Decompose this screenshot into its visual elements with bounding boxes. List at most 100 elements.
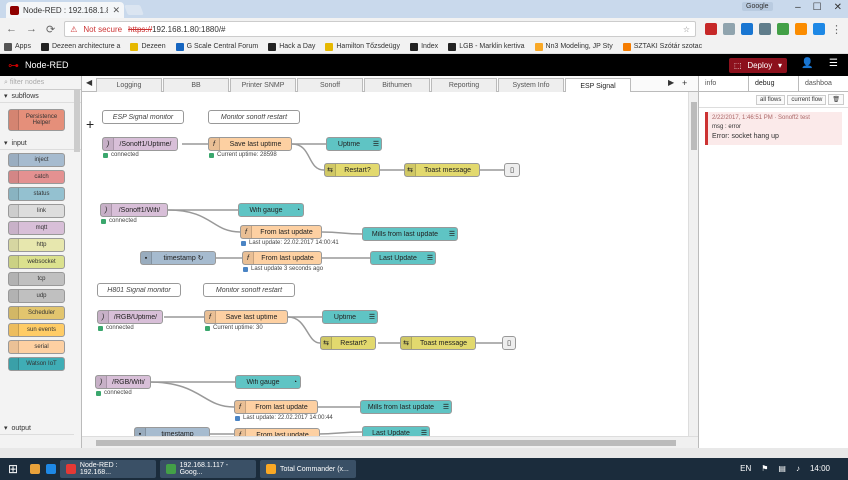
- explorer-icon[interactable]: [30, 464, 40, 474]
- comment-node[interactable]: Monitor sonoff restart: [203, 283, 295, 297]
- maximize-icon[interactable]: ☐: [813, 2, 822, 13]
- extension-icon[interactable]: [777, 22, 789, 35]
- workspace-vertical-scrollbar[interactable]: [688, 92, 698, 436]
- bookmark-item[interactable]: Hamilton Tőzsdeügy: [325, 42, 400, 51]
- clock[interactable]: 14:00: [810, 464, 830, 473]
- url-bar[interactable]: ⚠ Not secure https://192.168.1.80:1880/#…: [64, 21, 696, 37]
- switch-node[interactable]: ⇆ Restart?: [324, 163, 380, 177]
- dashboard-text-node[interactable]: Mills from last update ☰: [360, 400, 452, 414]
- dashboard-text-node[interactable]: Uptime ☰: [326, 137, 382, 151]
- dashboard-text-node[interactable]: Mills from last update ☰: [362, 227, 458, 241]
- back-icon[interactable]: ←: [6, 23, 17, 35]
- minimize-icon[interactable]: –: [795, 2, 801, 13]
- palette-node-scheduler[interactable]: Scheduler: [8, 306, 65, 320]
- bookmark-item[interactable]: Dezeen architecture a: [40, 42, 120, 51]
- mqtt-in-node[interactable]: )/RGB/Wifi/: [95, 375, 151, 389]
- function-node[interactable]: f From last update: [240, 225, 322, 239]
- filter-current-flow-button[interactable]: current flow: [787, 94, 827, 105]
- profile-badge[interactable]: Google: [742, 2, 773, 11]
- palette-filter[interactable]: ⌕ filter nodes: [0, 76, 81, 90]
- palette-node-http[interactable]: http: [8, 238, 65, 252]
- inject-node[interactable]: ▪ timestamp: [134, 427, 210, 436]
- taskbar-item[interactable]: Total Commander (x...: [260, 460, 356, 478]
- palette-node-persistence-helper[interactable]: Persistence Helper: [8, 109, 65, 131]
- palette-node-sun-events[interactable]: sun events: [8, 323, 65, 337]
- bookmark-item[interactable]: G Scale Central Forum: [175, 42, 258, 51]
- ui-output-node[interactable]: ▯: [502, 336, 516, 350]
- menu-dots-icon[interactable]: ⋮: [831, 23, 842, 36]
- palette-node-tcp[interactable]: tcp: [8, 272, 65, 286]
- dashboard-text-node[interactable]: Uptime ☰: [322, 310, 378, 324]
- inject-button-icon[interactable]: ▪: [141, 252, 152, 264]
- hamburger-menu-icon[interactable]: ☰: [829, 58, 838, 69]
- bookmark-item[interactable]: LGB - Marklin kertiva: [448, 42, 525, 51]
- taskbar-item[interactable]: 192.168.1.117 - Goog...: [160, 460, 256, 478]
- ie-icon[interactable]: [46, 464, 56, 474]
- mqtt-in-node[interactable]: )/RGB/Uptime/: [97, 310, 163, 324]
- gauge-node[interactable]: Wifi gauge ◔: [238, 203, 304, 217]
- palette-scrollbar[interactable]: [74, 90, 80, 152]
- function-node[interactable]: f From last update: [234, 428, 320, 436]
- toast-node[interactable]: ⇆ Toast message: [404, 163, 480, 177]
- add-tab-icon[interactable]: +: [682, 78, 687, 88]
- tab-bb[interactable]: BB: [163, 78, 229, 92]
- function-node[interactable]: f Save last uptime: [204, 310, 288, 324]
- bookmark-item[interactable]: Hack a Day: [268, 42, 315, 51]
- palette-node-inject[interactable]: inject: [8, 153, 65, 167]
- palette-node-catch[interactable]: catch: [8, 170, 65, 184]
- extension-icon[interactable]: [759, 22, 771, 35]
- chevron-down-icon[interactable]: ▾: [778, 61, 782, 70]
- palette-category-input[interactable]: ▾ input: [0, 137, 81, 150]
- new-tab-button[interactable]: [124, 5, 144, 15]
- palette-category-output[interactable]: ▾ output: [0, 422, 74, 435]
- volume-icon[interactable]: ♪: [796, 464, 800, 473]
- tab-logging[interactable]: Logging: [96, 78, 162, 92]
- sidebar-tab-info[interactable]: info: [699, 76, 748, 91]
- taskbar-item[interactable]: Node-RED : 192.168...: [60, 460, 156, 478]
- palette-node-watson-iot[interactable]: Watson IoT: [8, 357, 65, 371]
- function-node[interactable]: f From last update: [234, 400, 318, 414]
- scroll-left-icon[interactable]: ◀: [86, 78, 92, 87]
- close-icon[interactable]: ✕: [112, 5, 120, 16]
- tab-bithumen[interactable]: Bithumen: [364, 78, 430, 92]
- comment-node[interactable]: H801 Signal monitor: [97, 283, 181, 297]
- flag-icon[interactable]: ⚑: [761, 464, 768, 473]
- reload-icon[interactable]: ⟳: [46, 23, 55, 36]
- palette-node-status[interactable]: status: [8, 187, 65, 201]
- palette-node-udp[interactable]: udp: [8, 289, 65, 303]
- clear-debug-icon[interactable]: 🗑: [828, 94, 844, 105]
- switch-node[interactable]: ⇆ Restart?: [320, 336, 376, 350]
- tab-reporting[interactable]: Reporting: [431, 78, 497, 92]
- bookmark-item[interactable]: Index: [410, 42, 438, 51]
- bookmark-item[interactable]: Dezeen: [130, 42, 166, 51]
- windows-start-icon[interactable]: ⊞: [0, 459, 26, 479]
- palette-node-serial[interactable]: serial: [8, 340, 65, 354]
- scroll-right-icon[interactable]: ▶: [668, 78, 674, 87]
- language-indicator[interactable]: EN: [740, 464, 751, 473]
- extension-icon[interactable]: [723, 22, 735, 35]
- palette-node-mqtt[interactable]: mqtt: [8, 221, 65, 235]
- palette-node-link[interactable]: link: [8, 204, 65, 218]
- star-icon[interactable]: ☆: [683, 25, 690, 34]
- filter-all-flows-button[interactable]: all flows: [756, 94, 786, 105]
- dashboard-text-node[interactable]: Last Update ☰: [370, 251, 436, 265]
- palette-node-websocket[interactable]: websocket: [8, 255, 65, 269]
- debug-message[interactable]: 2/22/2017, 1:46:51 PM · Sonoff2 test msg…: [705, 112, 842, 145]
- forward-icon[interactable]: →: [26, 23, 37, 35]
- network-icon[interactable]: ▤: [778, 464, 786, 473]
- comment-node[interactable]: Monitor sonoff restart: [208, 110, 300, 124]
- ui-output-node[interactable]: ▯: [504, 163, 520, 177]
- tab-printer-snmp[interactable]: Printer SNMP: [230, 78, 296, 92]
- sidebar-tab-dashboard[interactable]: dashboa: [799, 76, 848, 91]
- workspace-horizontal-scrollbar[interactable]: [82, 436, 698, 448]
- inject-button-icon[interactable]: ▪: [135, 428, 146, 436]
- close-window-icon[interactable]: ✕: [834, 2, 842, 13]
- gauge-node[interactable]: Wifi gauge ◔: [235, 375, 301, 389]
- bookmark-item[interactable]: Nn3 Modeling, JP Sty: [534, 42, 613, 51]
- browser-tab[interactable]: Node-RED : 192.168.1.80 ✕: [6, 2, 124, 18]
- bookmark-item[interactable]: Apps: [4, 42, 31, 51]
- comment-node[interactable]: ESP Signal monitor: [102, 110, 184, 124]
- tab-system-info[interactable]: System Info: [498, 78, 564, 92]
- extension-icon[interactable]: [813, 22, 825, 35]
- sidebar-tab-debug[interactable]: debug: [748, 76, 799, 91]
